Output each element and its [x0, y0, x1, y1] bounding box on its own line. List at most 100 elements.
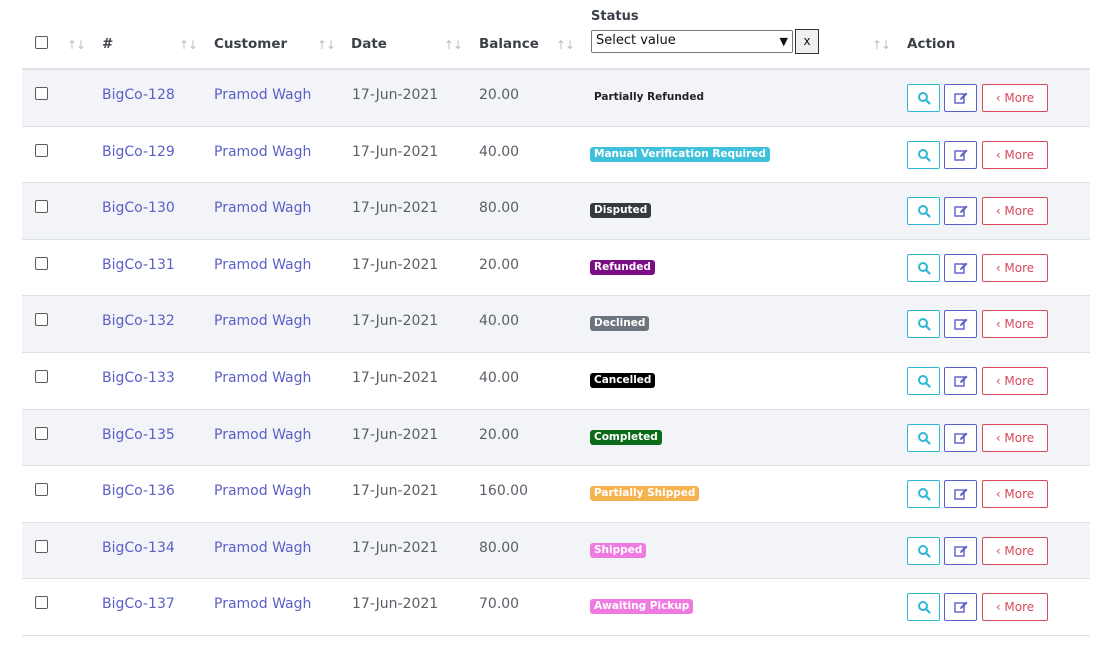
sort-icon[interactable]: ↑↓: [444, 38, 463, 52]
customer-link[interactable]: Pramod Wagh: [214, 87, 311, 103]
edit-button[interactable]: [944, 480, 977, 509]
view-button[interactable]: [907, 140, 940, 169]
order-balance: 40.00: [479, 143, 520, 160]
status-badge: Manual Verification Required: [590, 146, 770, 162]
order-balance: 20.00: [479, 256, 520, 273]
more-button[interactable]: ‹ More: [982, 140, 1048, 169]
table-row: BigCo-132 Pramod Wagh 17-Jun-2021 40.00 Decl…: [22, 296, 1090, 353]
row-checkbox[interactable]: [35, 256, 48, 270]
order-date: 17-Jun-2021: [352, 539, 439, 556]
order-id-link[interactable]: BigCo-129: [102, 144, 175, 160]
sort-icon[interactable]: ↑↓: [872, 38, 891, 52]
order-id-link[interactable]: BigCo-131: [102, 257, 175, 273]
order-balance: 80.00: [479, 200, 520, 217]
more-button[interactable]: ‹ More: [982, 253, 1048, 282]
more-button[interactable]: ‹ More: [982, 536, 1048, 565]
customer-link[interactable]: Pramod Wagh: [214, 257, 311, 273]
more-button[interactable]: ‹ More: [982, 593, 1048, 622]
more-button[interactable]: ‹ More: [982, 197, 1048, 226]
sort-icon[interactable]: ↑↓: [67, 38, 86, 52]
order-date: 17-Jun-2021: [352, 596, 439, 613]
status-filter-select[interactable]: Select value ▼: [591, 30, 793, 53]
row-checkbox[interactable]: [35, 596, 48, 610]
status-badge: Disputed: [590, 203, 652, 219]
more-button[interactable]: ‹ More: [982, 84, 1048, 112]
row-checkbox[interactable]: [35, 313, 48, 327]
view-button[interactable]: [907, 480, 940, 509]
select-all-checkbox[interactable]: [35, 36, 48, 49]
order-date: 17-Jun-2021: [352, 87, 439, 103]
column-header-date[interactable]: Date: [351, 36, 387, 52]
column-header-balance[interactable]: Balance: [479, 36, 539, 52]
view-button[interactable]: [907, 84, 940, 112]
sort-icon[interactable]: ↑↓: [556, 38, 575, 52]
order-id-link[interactable]: BigCo-136: [102, 483, 175, 499]
edit-button[interactable]: [944, 423, 977, 452]
table-row: BigCo-128 Pramod Wagh 17-Jun-2021 20.00 Part…: [22, 70, 1090, 127]
order-date: 17-Jun-2021: [352, 369, 439, 386]
row-checkbox[interactable]: [35, 200, 48, 214]
customer-link[interactable]: Pramod Wagh: [214, 313, 311, 329]
table-body: BigCo-128 Pramod Wagh 17-Jun-2021 20.00 Part…: [22, 70, 1090, 636]
edit-button[interactable]: [944, 253, 977, 282]
sort-icon[interactable]: ↑↓: [179, 38, 198, 52]
order-id-link[interactable]: BigCo-132: [102, 313, 175, 329]
order-id-link[interactable]: BigCo-137: [102, 596, 175, 612]
customer-link[interactable]: Pramod Wagh: [214, 200, 311, 216]
order-id-link[interactable]: BigCo-128: [102, 87, 175, 103]
view-button[interactable]: [907, 253, 940, 282]
edit-button[interactable]: [944, 366, 977, 395]
column-header-id[interactable]: #: [102, 36, 113, 52]
customer-link[interactable]: Pramod Wagh: [214, 596, 311, 612]
view-button[interactable]: [907, 593, 940, 622]
edit-button[interactable]: [944, 197, 977, 226]
order-id-link[interactable]: BigCo-133: [102, 370, 175, 386]
more-button[interactable]: ‹ More: [982, 366, 1048, 395]
table-row: BigCo-135 Pramod Wagh 17-Jun-2021 20.00 Comp…: [22, 409, 1090, 467]
edit-button[interactable]: [944, 310, 977, 339]
orders-table: ↑↓ # ↑↓ Customer ↑↓ Date ↑↓ Balance ↑↓ S…: [22, 0, 1090, 636]
table-row: BigCo-137 Pramod Wagh 17-Jun-2021 70.00 Awai…: [22, 579, 1090, 636]
customer-link[interactable]: Pramod Wagh: [214, 540, 311, 556]
edit-button[interactable]: [944, 593, 977, 622]
row-checkbox[interactable]: [35, 483, 48, 497]
table-row: BigCo-131 Pramod Wagh 17-Jun-2021 20.00 Refu…: [22, 240, 1090, 297]
order-date: 17-Jun-2021: [352, 426, 439, 443]
view-button[interactable]: [907, 423, 940, 452]
customer-link[interactable]: Pramod Wagh: [214, 427, 311, 443]
view-button[interactable]: [907, 310, 940, 339]
order-id-link[interactable]: BigCo-135: [102, 427, 175, 443]
sort-icon[interactable]: ↑↓: [317, 38, 336, 52]
status-badge: Completed: [590, 429, 662, 445]
row-checkbox[interactable]: [35, 369, 48, 383]
order-date: 17-Jun-2021: [352, 200, 439, 217]
edit-button[interactable]: [944, 84, 977, 112]
row-checkbox[interactable]: [35, 539, 48, 553]
more-button[interactable]: ‹ More: [982, 423, 1048, 452]
more-button[interactable]: ‹ More: [982, 310, 1048, 339]
row-checkbox[interactable]: [35, 143, 48, 157]
table-header: ↑↓ # ↑↓ Customer ↑↓ Date ↑↓ Balance ↑↓ S…: [22, 0, 1090, 70]
view-button[interactable]: [907, 197, 940, 226]
customer-link[interactable]: Pramod Wagh: [214, 144, 311, 160]
status-filter-value: Select value: [596, 33, 676, 48]
more-button[interactable]: ‹ More: [982, 480, 1048, 509]
order-id-link[interactable]: BigCo-130: [102, 200, 175, 216]
row-checkbox[interactable]: [35, 426, 48, 440]
order-id-link[interactable]: BigCo-134: [102, 540, 175, 556]
row-checkbox[interactable]: [35, 87, 48, 100]
table-row: BigCo-136 Pramod Wagh 17-Jun-2021 160.00 Par…: [22, 466, 1090, 523]
status-badge: Shipped: [590, 542, 647, 558]
customer-link[interactable]: Pramod Wagh: [214, 370, 311, 386]
status-badge: Refunded: [590, 259, 655, 275]
clear-filter-button[interactable]: x: [795, 29, 819, 54]
view-button[interactable]: [907, 366, 940, 395]
edit-button[interactable]: [944, 140, 977, 169]
customer-link[interactable]: Pramod Wagh: [214, 483, 311, 499]
status-badge: Partially Refunded: [594, 91, 704, 103]
edit-button[interactable]: [944, 536, 977, 565]
order-balance: 40.00: [479, 369, 520, 386]
column-header-customer[interactable]: Customer: [214, 36, 287, 52]
view-button[interactable]: [907, 536, 940, 565]
order-balance: 80.00: [479, 539, 520, 556]
